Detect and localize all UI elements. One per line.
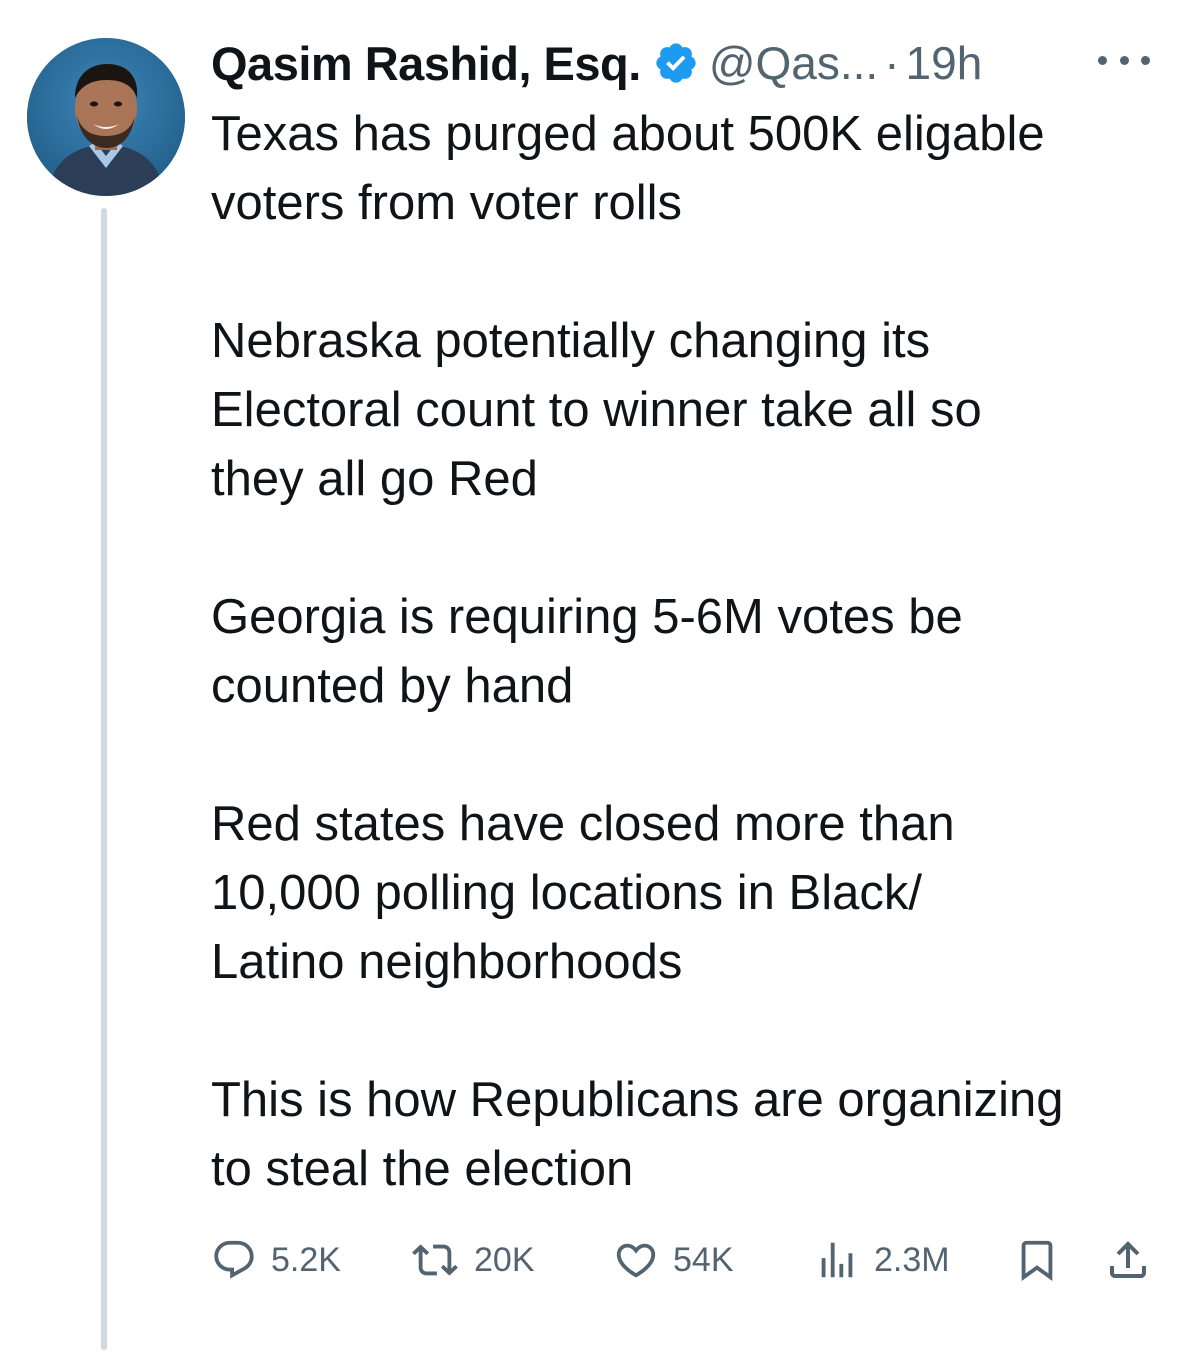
more-dot	[1141, 55, 1150, 65]
tweet-header: Qasim Rashid, Esq. @Qas... · 19h	[211, 28, 982, 98]
bookmark-icon	[1021, 1240, 1053, 1281]
reply-button[interactable]: 5.2K	[211, 1232, 341, 1288]
repost-icon	[412, 1244, 458, 1276]
tweet-line: 10,000 polling locations in Black/	[211, 866, 922, 920]
more-dot	[1119, 55, 1129, 65]
more-options-icon[interactable]	[1098, 50, 1150, 70]
tweet-line: counted by hand	[211, 659, 574, 713]
views-icon	[821, 1242, 853, 1278]
tweet-text: Texas has purged about 500K eligable vot…	[211, 100, 1161, 1204]
author-handle[interactable]: @Qas...	[709, 36, 878, 90]
tweet-line: to steal the election	[211, 1142, 634, 1196]
views-button[interactable]: 2.3M	[814, 1232, 950, 1288]
display-name[interactable]: Qasim Rashid, Esq.	[211, 36, 641, 91]
heart-icon	[616, 1243, 656, 1278]
tweet-line: voters from voter rolls	[211, 176, 683, 230]
like-button[interactable]: 54K	[613, 1232, 734, 1288]
share-icon	[1110, 1241, 1146, 1278]
thread-line	[101, 208, 107, 1350]
views-count: 2.3M	[874, 1240, 950, 1279]
timestamp[interactable]: 19h	[906, 36, 983, 90]
like-count: 54K	[673, 1240, 734, 1279]
bookmark-button[interactable]	[1014, 1232, 1060, 1288]
tweet-line: Red states have closed more than	[211, 797, 955, 851]
tweet-line: This is how Republicans are organizing	[211, 1073, 1064, 1127]
tweet-paragraph: This is how Republicans are organizing t…	[211, 1066, 1161, 1204]
verified-badge-icon	[653, 40, 699, 86]
reply-count: 5.2K	[271, 1240, 341, 1279]
tweet-paragraph: Georgia is requiring 5-6M votes be count…	[211, 583, 1161, 721]
more-dot	[1098, 55, 1107, 65]
separator-dot: ·	[884, 37, 900, 89]
tweet-paragraph: Red states have closed more than 10,000 …	[211, 790, 1161, 997]
reply-icon	[214, 1240, 254, 1279]
tweet-line: Latino neighborhoods	[211, 935, 683, 989]
tweet-paragraph: Nebraska potentially changing its Electo…	[211, 307, 1161, 514]
repost-button[interactable]: 20K	[410, 1232, 535, 1288]
tweet-line: Georgia is requiring 5-6M votes be	[211, 590, 963, 644]
tweet: Qasim Rashid, Esq. @Qas... · 19h Texas h…	[0, 0, 1179, 1355]
avatar-photo	[27, 38, 185, 196]
tweet-line: they all go Red	[211, 452, 538, 506]
repost-count: 20K	[474, 1240, 535, 1279]
tweet-line: Electoral count to winner take all so	[211, 383, 982, 437]
tweet-paragraph: Texas has purged about 500K eligable vot…	[211, 100, 1161, 238]
action-bar: 5.2K 20K 54K 2.3M	[211, 1232, 1156, 1288]
tweet-line: Nebraska potentially changing its	[211, 314, 931, 368]
share-button[interactable]	[1104, 1232, 1152, 1288]
tweet-line: Texas has purged about 500K eligable	[211, 107, 1045, 161]
avatar[interactable]	[27, 38, 185, 196]
